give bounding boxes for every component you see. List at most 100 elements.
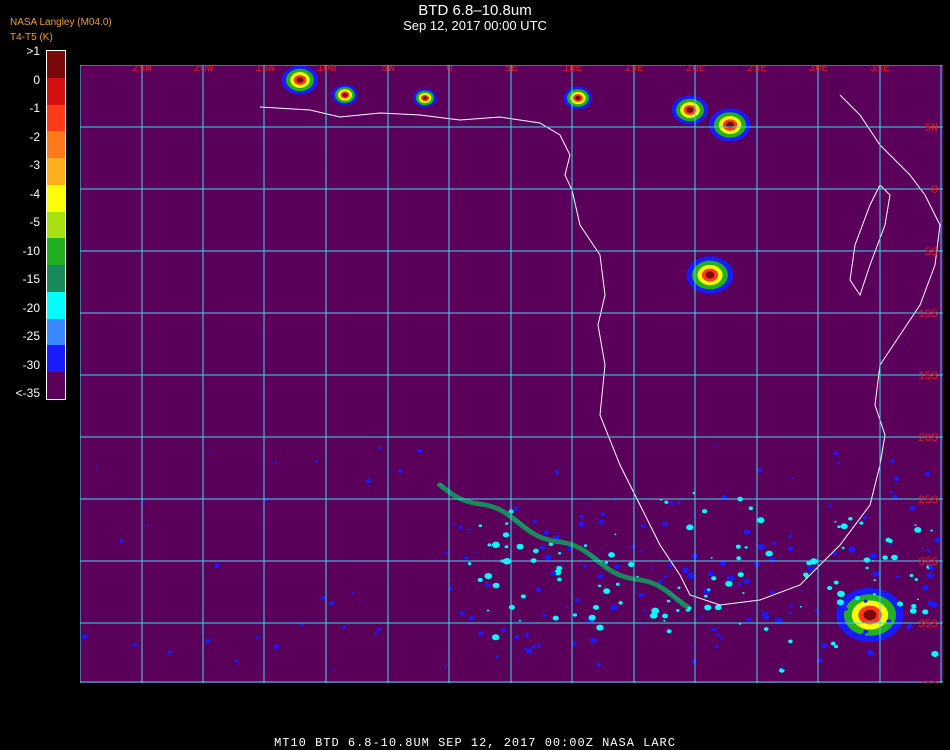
convective-cell	[610, 605, 618, 611]
longitude-label: 10E	[563, 65, 583, 75]
convective-cell	[642, 594, 645, 596]
convective-cell	[452, 523, 455, 526]
convective-cell	[444, 666, 446, 668]
convective-cell	[742, 592, 744, 594]
convective-cell	[521, 594, 526, 598]
convective-cell	[479, 524, 482, 527]
convective-cell	[608, 552, 615, 557]
convective-cell	[866, 567, 869, 569]
legend-swatch	[47, 51, 65, 78]
convective-cell	[593, 605, 599, 610]
convective-cell	[704, 605, 711, 611]
convective-cell	[917, 599, 919, 601]
convective-cell	[715, 605, 722, 610]
convective-cell	[843, 607, 848, 611]
convective-cell	[662, 522, 668, 527]
convective-cell	[757, 517, 764, 523]
convective-cell	[550, 571, 556, 576]
convective-cell	[641, 524, 646, 528]
convective-cell	[343, 93, 348, 97]
latitude-label: 35S	[918, 619, 938, 631]
convective-cell	[558, 552, 561, 554]
convective-cell	[513, 507, 518, 511]
convective-cell	[600, 513, 605, 517]
convective-cell	[533, 520, 537, 524]
convective-cell	[714, 645, 718, 648]
convective-cell	[505, 522, 508, 525]
latitude-label: 40S	[918, 681, 938, 683]
convective-cell	[702, 509, 707, 513]
convective-cell	[682, 567, 689, 573]
convective-cell	[509, 605, 515, 610]
latitude-label: 15S	[918, 371, 938, 383]
convective-cell	[834, 581, 839, 585]
convective-cell	[704, 595, 708, 598]
convective-cell	[557, 578, 562, 582]
latitude-label: 20S	[918, 433, 938, 445]
convective-cell	[614, 564, 620, 569]
convective-cell	[891, 555, 898, 560]
convective-cell	[867, 650, 874, 656]
latitude-label: 0	[931, 185, 938, 197]
convective-cell	[711, 557, 713, 559]
convective-cell	[764, 627, 769, 631]
convective-cell	[762, 612, 769, 618]
convective-cell	[837, 591, 845, 597]
convective-cell	[468, 529, 471, 531]
convective-cell	[873, 571, 880, 577]
convective-cell	[677, 587, 680, 589]
convective-cell	[782, 667, 785, 669]
convective-cell	[575, 598, 580, 602]
footer-info: MT10 BTD 6.8-10.8UM SEP 12, 2017 00:00Z …	[0, 736, 950, 750]
convective-cell	[837, 525, 840, 528]
convective-cell	[736, 545, 741, 549]
convective-cell	[691, 659, 696, 663]
convective-cell	[598, 585, 601, 588]
convective-cell	[459, 611, 465, 615]
convective-cell	[927, 573, 934, 579]
convective-cell	[922, 585, 929, 591]
convective-cell	[757, 468, 763, 472]
legend-swatch	[47, 105, 65, 132]
convective-cell	[603, 588, 610, 594]
convective-cell	[590, 638, 597, 643]
convective-cell	[536, 587, 541, 591]
convective-cell	[664, 501, 668, 504]
convective-cell	[544, 530, 550, 535]
convective-cell	[747, 618, 752, 622]
convective-cell	[706, 271, 715, 278]
convective-cell	[716, 633, 720, 636]
convective-cell	[736, 556, 741, 560]
convective-cell	[642, 625, 644, 627]
convective-cell	[869, 553, 877, 559]
convective-cell	[515, 635, 520, 639]
longitude-label: 15W	[255, 65, 275, 75]
convective-cell	[727, 575, 734, 581]
legend-swatch	[47, 212, 65, 239]
convective-cell	[487, 610, 490, 612]
convective-cell	[274, 644, 280, 649]
convective-cell	[588, 506, 590, 508]
longitude-label: 20E	[686, 65, 706, 75]
convective-cell	[554, 470, 559, 474]
convective-cell	[701, 616, 704, 618]
convective-cell	[596, 625, 603, 631]
convective-cell	[841, 523, 848, 529]
convective-cell	[469, 616, 475, 621]
convective-cell	[147, 525, 149, 527]
convective-cell	[321, 596, 326, 600]
convective-cell	[882, 555, 888, 560]
legend-label: -30	[0, 358, 40, 372]
convective-cell	[503, 532, 509, 537]
legend-label: -2	[0, 130, 40, 144]
convective-cell	[578, 522, 585, 527]
convective-cell	[605, 561, 608, 564]
legend-label: -15	[0, 272, 40, 286]
convective-cell	[596, 663, 601, 667]
convective-cell	[669, 502, 674, 506]
convective-cell	[594, 567, 596, 569]
convective-cell	[910, 574, 914, 577]
convective-cell	[650, 613, 657, 619]
convective-cell	[821, 643, 827, 648]
convective-cell	[837, 599, 844, 605]
